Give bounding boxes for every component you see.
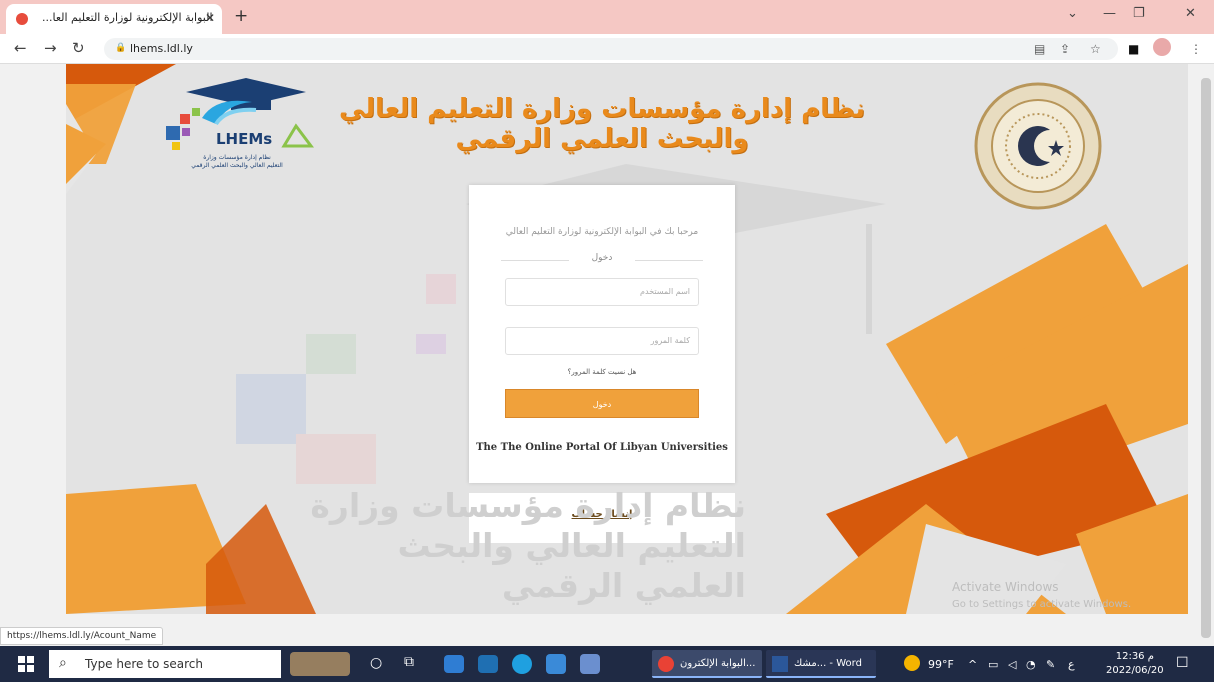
- translate-icon[interactable]: ▤: [1034, 42, 1045, 56]
- username-field[interactable]: اسم المستخدم: [505, 278, 699, 306]
- address-text: lhems.ldl.ly: [130, 42, 193, 55]
- cortana-icon[interactable]: ○: [370, 655, 382, 671]
- network-icon[interactable]: ◔: [1026, 658, 1036, 671]
- watermark-line1: نظام إدارة مؤسسات وزارة: [310, 486, 746, 525]
- app-icon[interactable]: [580, 654, 600, 674]
- background-watermark: نظام إدارة مؤسسات وزارة التعليم العالي و…: [286, 486, 746, 606]
- minimize-icon[interactable]: —: [1103, 6, 1116, 21]
- taskbar-chrome-label: البوابة الإلكترون...: [680, 658, 756, 669]
- volume-icon[interactable]: ◁: [1008, 658, 1016, 671]
- activate-line2: Go to Settings to activate Windows.: [952, 599, 1132, 610]
- login-title: دخول: [591, 253, 613, 263]
- bookmark-star-icon[interactable]: ☆: [1090, 42, 1101, 56]
- file-explorer-icon[interactable]: [444, 655, 464, 673]
- forward-icon[interactable]: →: [44, 39, 57, 57]
- status-url: https://lhems.ldl.ly/Acount_Name: [0, 627, 164, 645]
- reading-mode-icon[interactable]: ■: [1128, 42, 1139, 56]
- logo-subtitle: نظام إدارة مؤسسات وزارة التعليم العالي و…: [162, 154, 312, 170]
- reload-icon[interactable]: ↻: [72, 39, 85, 57]
- site-favicon-icon: [16, 13, 28, 25]
- password-field[interactable]: كلمة المرور: [505, 327, 699, 355]
- window-close-icon[interactable]: ✕: [1185, 6, 1196, 21]
- login-page: LHEMs نظام إدارة مؤسسات وزارة التعليم ال…: [66, 64, 1188, 614]
- taskbar-word-app[interactable]: مشك... - Word: [766, 650, 876, 678]
- heading-line1: نظام إدارة مؤسسات وزارة التعليم العالي: [338, 94, 866, 124]
- clock-date: 2022/06/20: [1106, 665, 1164, 676]
- search-highlight-image[interactable]: [290, 652, 350, 676]
- back-icon[interactable]: ←: [14, 39, 27, 57]
- edge-icon[interactable]: [512, 654, 532, 674]
- tab-title: البوابة الإلكترونية لوزارة التعليم العا.…: [42, 11, 213, 24]
- login-card: مرحبا بك في البوابة الإلكترونية لوزارة ا…: [469, 185, 735, 483]
- menu-kebab-icon[interactable]: ⋮: [1190, 42, 1202, 56]
- address-bar[interactable]: 🔒 lhems.ldl.ly: [104, 38, 1118, 60]
- taskbar-clock[interactable]: 12:36 م 2022/06/20: [1106, 650, 1164, 678]
- browser-toolbar: ← → ↻ 🔒 lhems.ldl.ly ▤ ⇪ ☆ ■ ⋮: [0, 34, 1214, 64]
- lock-icon: 🔒: [115, 43, 127, 53]
- forgot-password-link[interactable]: هل نسيت كلمة المرور؟: [505, 368, 699, 376]
- logo-text: LHEMs: [216, 130, 273, 148]
- chrome-icon: [658, 656, 674, 672]
- page-scrollbar[interactable]: [1198, 64, 1214, 646]
- battery-icon[interactable]: ▭: [988, 658, 998, 671]
- logo-subtitle-line2: التعليم العالي والبحث العلمي الرقمي: [191, 162, 283, 169]
- tray-chevron-icon[interactable]: ^: [968, 658, 977, 671]
- tab-search-chevron-icon[interactable]: ⌄: [1067, 6, 1078, 21]
- pen-icon[interactable]: ✎: [1046, 658, 1055, 671]
- clock-time: 12:36 م: [1115, 651, 1154, 662]
- mail-icon[interactable]: [478, 655, 498, 673]
- scrollbar-thumb[interactable]: [1201, 78, 1211, 638]
- search-icon: ⌕: [59, 655, 67, 671]
- browser-tab[interactable]: البوابة الإلكترونية لوزارة التعليم العا.…: [6, 4, 222, 34]
- windows-start-icon[interactable]: [18, 656, 34, 672]
- logo-subtitle-line1: نظام إدارة مؤسسات وزارة: [203, 154, 271, 161]
- share-icon[interactable]: ⇪: [1060, 42, 1070, 56]
- login-button[interactable]: دخول: [505, 389, 699, 418]
- store-icon[interactable]: [546, 654, 566, 674]
- restore-icon[interactable]: ❐: [1133, 6, 1145, 21]
- taskbar-word-label: مشك... - Word: [794, 658, 862, 669]
- browser-titlebar: البوابة الإلكترونية لوزارة التعليم العا.…: [0, 0, 1214, 34]
- welcome-text: مرحبا بك في البوابة الإلكترونية لوزارة ا…: [505, 227, 699, 237]
- portal-name: The The Online Portal Of Libyan Universi…: [476, 442, 728, 453]
- taskbar-search[interactable]: ⌕ Type here to search: [49, 650, 281, 678]
- windows-taskbar: ⌕ Type here to search ○ ⧉ البوابة الإلكت…: [0, 646, 1214, 682]
- input-language[interactable]: ع: [1068, 658, 1075, 671]
- page-heading: نظام إدارة مؤسسات وزارة التعليم العالي و…: [336, 94, 868, 154]
- page-viewport: LHEMs نظام إدارة مؤسسات وزارة التعليم ال…: [0, 64, 1214, 646]
- weather-temp[interactable]: 99°F: [928, 658, 954, 671]
- ministry-seal: [974, 82, 1102, 210]
- watermark-line2: التعليم العالي والبحث العلمي الرقمي: [397, 526, 747, 605]
- task-view-icon[interactable]: ⧉: [404, 654, 414, 670]
- close-tab-icon[interactable]: ✕: [205, 11, 215, 25]
- word-icon: [772, 656, 788, 672]
- activate-line1: Activate Windows: [952, 580, 1059, 594]
- taskbar-search-placeholder: Type here to search: [85, 657, 203, 671]
- profile-avatar[interactable]: [1153, 38, 1171, 56]
- new-tab-icon[interactable]: +: [234, 6, 248, 26]
- activate-windows-notice: Activate Windows Go to Settings to activ…: [952, 578, 1131, 614]
- notifications-icon[interactable]: ☐: [1176, 655, 1189, 671]
- weather-sun-icon[interactable]: [904, 655, 920, 671]
- taskbar-chrome-app[interactable]: البوابة الإلكترون...: [652, 650, 762, 678]
- heading-line2: والبحث العلمي الرقمي: [455, 124, 749, 154]
